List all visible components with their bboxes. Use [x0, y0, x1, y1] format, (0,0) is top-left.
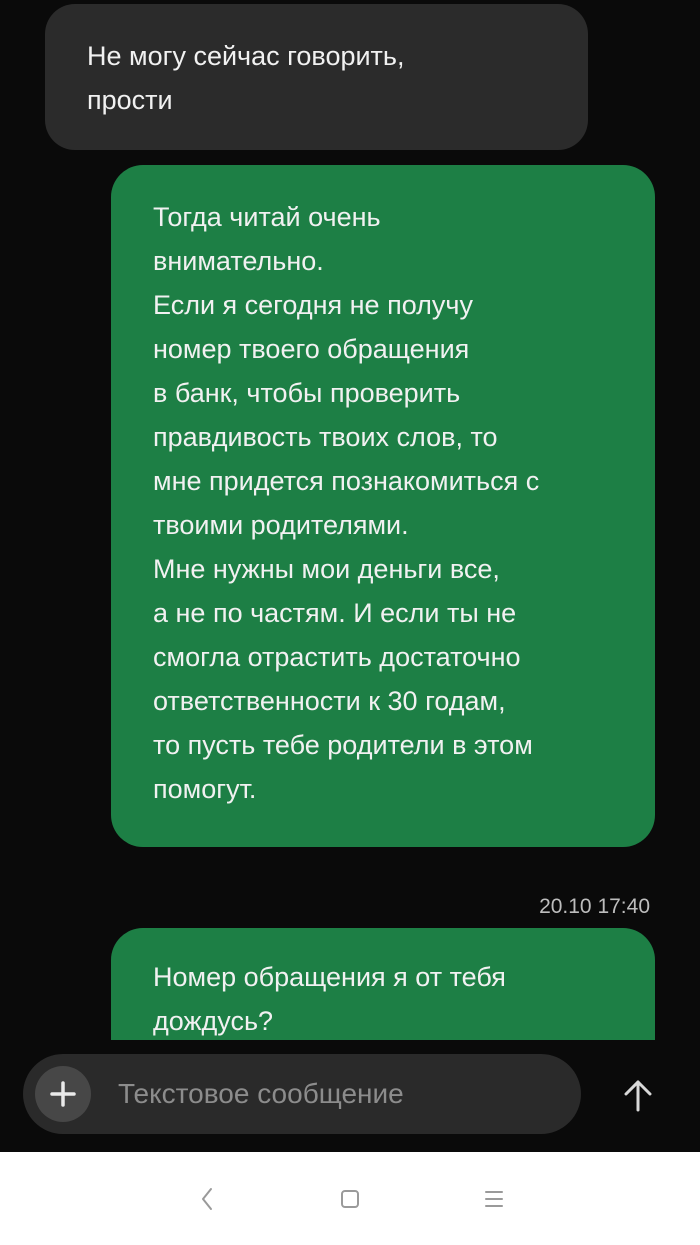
home-button[interactable]: [328, 1177, 372, 1221]
back-button[interactable]: [185, 1177, 229, 1221]
chat-screen: Не могу сейчас говорить, прости Тогда чи…: [0, 0, 700, 1152]
plus-icon: [50, 1081, 76, 1107]
system-navigation-bar: [0, 1152, 700, 1245]
message-input[interactable]: Текстовое сообщение: [118, 1054, 404, 1134]
arrow-up-icon: [624, 1080, 652, 1112]
incoming-message: Не могу сейчас говорить, прости: [45, 4, 588, 150]
menu-icon: [485, 1191, 503, 1207]
message-list: Не могу сейчас говорить, прости Тогда чи…: [0, 0, 700, 1040]
send-button[interactable]: [612, 1070, 664, 1122]
menu-button[interactable]: [472, 1177, 516, 1221]
message-composer: Текстовое сообщение: [23, 1054, 581, 1134]
message-timestamp: 20.10 17:40: [539, 895, 650, 918]
attach-button[interactable]: [35, 1066, 91, 1122]
back-icon: [202, 1188, 212, 1210]
outgoing-message: Номер обращения я от тебя дождусь?: [111, 928, 655, 1040]
home-icon: [341, 1190, 359, 1208]
outgoing-message: Тогда читай очень внимательно. Если я се…: [111, 165, 655, 847]
